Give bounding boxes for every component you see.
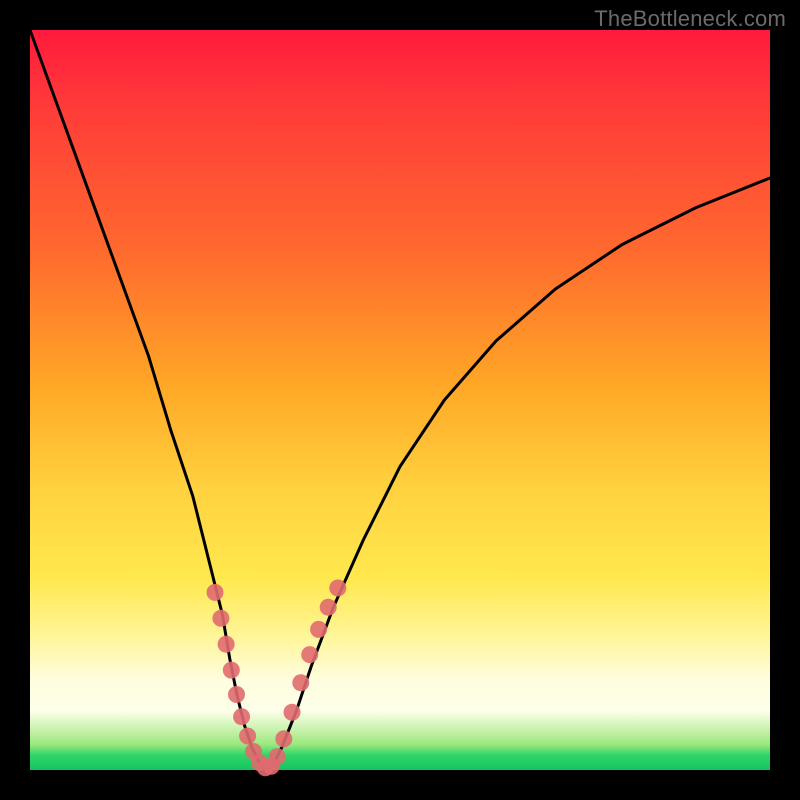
marker-dot (233, 708, 250, 725)
marker-dot (284, 704, 301, 721)
marker-dot (275, 730, 292, 747)
marker-group (207, 580, 347, 777)
marker-dot (239, 728, 256, 745)
plot-area (30, 30, 770, 770)
chart-svg (30, 30, 770, 770)
marker-dot (292, 674, 309, 691)
marker-dot (329, 580, 346, 597)
marker-dot (269, 748, 286, 765)
bottleneck-curve (30, 30, 770, 770)
marker-dot (301, 646, 318, 663)
marker-dot (320, 599, 337, 616)
marker-dot (310, 621, 327, 638)
marker-dot (207, 584, 224, 601)
marker-dot (218, 636, 235, 653)
marker-dot (212, 610, 229, 627)
chart-frame: TheBottleneck.com (0, 0, 800, 800)
marker-dot (223, 662, 240, 679)
watermark-text: TheBottleneck.com (594, 6, 786, 32)
marker-dot (228, 686, 245, 703)
